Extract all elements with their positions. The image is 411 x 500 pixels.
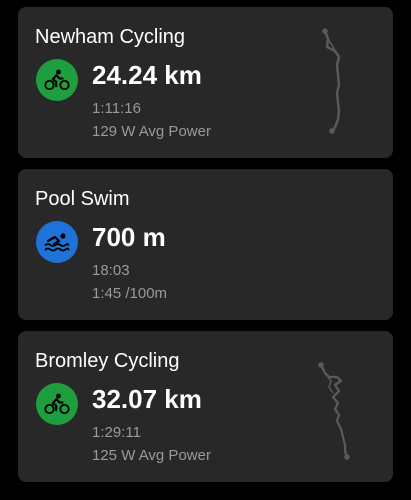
activity-duration: 1:29:11	[92, 424, 141, 441]
activity-title: Newham Cycling	[35, 26, 186, 48]
activity-card[interactable]: Bromley Cycling 32.07 km 1:29:11 125 W A…	[18, 331, 393, 482]
activity-card[interactable]: Pool Swim 700 m 18:03 1:45 /100m	[18, 169, 393, 320]
activity-duration: 1:11:16	[92, 100, 141, 117]
activity-distance: 24.24 km	[92, 60, 202, 90]
cycling-icon	[36, 59, 78, 101]
route-map	[318, 362, 350, 460]
activity-avg-power: 129 W Avg Power	[92, 123, 211, 140]
activity-avg-power: 125 W Avg Power	[92, 447, 211, 464]
activity-title: Pool Swim	[35, 188, 130, 210]
activity-distance: 32.07 km	[92, 384, 202, 414]
route-map	[322, 28, 341, 134]
cycling-icon	[36, 383, 78, 425]
activity-title: Bromley Cycling	[35, 350, 180, 372]
activity-card[interactable]: Newham Cycling 24.24 km 1:11:16 129 W Av…	[18, 7, 393, 158]
activity-pace: 1:45 /100m	[92, 285, 168, 302]
swimming-icon	[36, 221, 78, 263]
activity-distance: 700 m	[92, 222, 166, 252]
activity-duration: 18:03	[92, 262, 130, 279]
